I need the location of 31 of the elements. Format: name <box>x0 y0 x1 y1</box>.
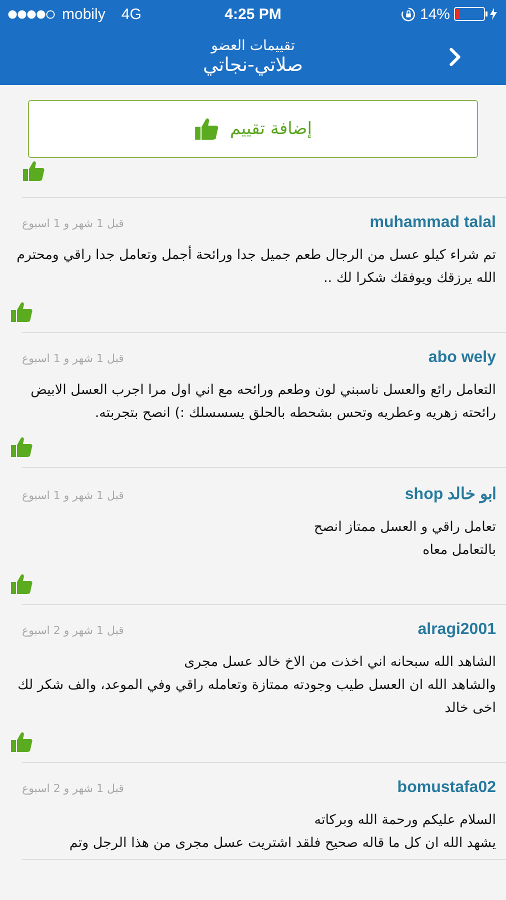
review-date: قبل 1 شهر و 1 اسبوع <box>22 489 124 502</box>
battery-charging-icon <box>454 7 498 21</box>
header-subtitle: تقييمات العضو <box>211 38 295 54</box>
thumbs-up-icon <box>22 159 46 183</box>
review-date: قبل 1 شهر و 2 اسبوع <box>22 782 124 795</box>
signal-icon <box>8 10 56 18</box>
reviewer-name: bomustafa02 <box>397 779 496 797</box>
network-type: 4G <box>121 6 142 22</box>
review-text: تم شراء كيلو عسل من الرجال طعم جميل جدا ورائحة أجمل وتعامل جدا راقي ومحترم الله يرزقك ويوفقك شكرا لك .. <box>16 244 496 288</box>
review-date: قبل 1 شهر و 1 اسبوع <box>22 352 124 365</box>
carrier-name: mobily <box>62 6 106 22</box>
review-text: الشاهد الله سبحانه اني اخذت من الاخ خالد عسل مجرى والشاهد الله ان العسل طيب وجودته ممتازة وتعامله راقي وفي الموعد، والف شكر لك اخى خالد <box>16 653 496 718</box>
thumbs-up-icon <box>10 300 34 324</box>
battery-percent: 14% <box>420 6 450 22</box>
reviewer-name: muhammad talal <box>370 214 496 232</box>
review-text: تعامل راقي و العسل ممتاز انصح بالتعامل معاه <box>312 518 496 560</box>
reviewer-name: abo wely <box>428 349 496 367</box>
thumbs-up-icon <box>194 116 220 142</box>
header-title: صلاتي-نجاتي <box>203 54 303 76</box>
review-date: قبل 1 شهر و 2 اسبوع <box>22 624 124 637</box>
review-date: قبل 1 شهر و 1 اسبوع <box>22 217 124 230</box>
reviewer-name: alragi2001 <box>418 621 496 639</box>
reviewer-name: ابو خالد shop <box>404 485 496 504</box>
thumbs-up-icon <box>10 435 34 459</box>
add-rating-button[interactable]: إضافة تقييم <box>28 100 478 158</box>
review-text: التعامل رائع والعسل ناسبني لون وطعم ورائحه مع اني اول مرا اجرب العسل الابيض رائحته زهريه وعطريه وتحس بشحطه بالحلق يسسسلك :) انصح بتجربته. <box>30 381 496 423</box>
thumbs-up-icon <box>10 572 34 596</box>
status-time: 4:25 PM <box>224 6 282 22</box>
rotation-lock-icon <box>400 6 416 22</box>
review-text: السلام عليكم ورحمة الله وبركاته يشهد الله ان كل ما قاله صحيح فلقد اشتريت عسل مجرى من هذا الرجل وتم <box>68 811 496 853</box>
thumbs-up-icon <box>10 730 34 754</box>
